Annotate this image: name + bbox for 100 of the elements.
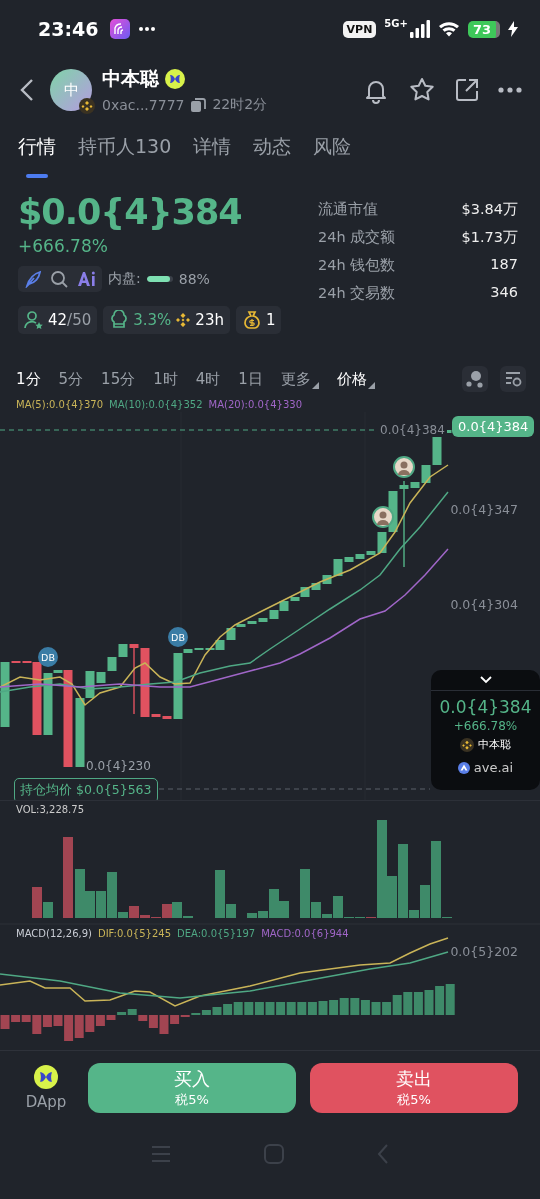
dropdown-icon — [311, 381, 319, 389]
interval-tab[interactable]: 15分 — [101, 369, 145, 389]
vpn-badge: VPN — [342, 20, 377, 38]
macd-bar — [403, 992, 413, 1015]
macd-bar — [371, 1002, 381, 1015]
holders-chip[interactable]: 42/50 — [18, 306, 98, 334]
share-icon[interactable] — [454, 77, 480, 103]
db-marker[interactable]: DB — [38, 647, 58, 667]
tab[interactable]: 动态 — [253, 126, 292, 178]
tab[interactable]: 详情 — [193, 126, 232, 178]
settings-icon — [503, 369, 523, 389]
macd-legend: DEA:0.0{5}197 — [177, 928, 256, 939]
card-change: +666.78% — [453, 719, 518, 733]
macd-bar — [74, 1015, 84, 1038]
signal-icon — [409, 20, 430, 38]
macd-bar — [445, 984, 455, 1015]
price-axis-label: 0.0{4}304 — [450, 597, 518, 612]
token-name: 中本聪 — [478, 737, 511, 752]
macd-legend: DIF:0.0{5}245 — [97, 928, 172, 939]
ma-legend: MA(5):0.0{4}370 — [16, 398, 104, 410]
interval-tab[interactable]: 1分 — [16, 369, 50, 389]
price-change: +666.78% — [18, 236, 109, 256]
contract-address: 0xac...7777 — [102, 97, 185, 113]
macd-bar — [276, 1002, 286, 1015]
feather-icon[interactable] — [24, 270, 42, 288]
interval-tab[interactable]: 1日 — [238, 369, 272, 389]
more-icon — [138, 26, 157, 32]
sell-button[interactable]: 卖出 税5% — [310, 1062, 518, 1113]
tab[interactable]: 行情 — [18, 126, 56, 178]
settings-button[interactable] — [500, 366, 526, 392]
macd-axis-label: 0.0{5}202 — [450, 944, 518, 959]
indicator-button[interactable] — [462, 366, 488, 392]
macd-bar — [265, 1002, 275, 1015]
chart-type-dropdown[interactable]: 价格 — [336, 369, 384, 389]
macd-bar — [233, 1002, 243, 1015]
stat-value: $3.84万 — [461, 200, 518, 219]
stat-value: 187 — [490, 256, 518, 274]
interval-tab[interactable]: 5分 — [58, 369, 93, 389]
battery-indicator: 73 — [467, 20, 500, 38]
wifi-icon — [437, 21, 460, 37]
db-marker[interactable]: DB — [168, 627, 188, 647]
token-price: $0.0{4}384 — [18, 192, 243, 232]
volume-label: VOL:3,228.75 — [16, 804, 84, 815]
tab[interactable]: 风险 — [313, 126, 352, 178]
back-icon[interactable] — [20, 78, 34, 102]
money-bag-icon — [241, 310, 262, 330]
macd-bar — [244, 1002, 254, 1015]
collapse-icon[interactable] — [479, 676, 492, 684]
bags-chip[interactable]: 1 — [235, 306, 282, 334]
last-price-label: 0.0{4}384 — [378, 423, 447, 437]
macd-bar — [307, 1002, 317, 1015]
avatar-icon[interactable] — [372, 506, 394, 528]
avatar-letter: 中 — [63, 80, 79, 100]
macd-bar — [424, 990, 434, 1015]
dev-share: 3.3% — [133, 311, 172, 329]
interval-tab[interactable]: 更多 — [280, 369, 328, 389]
macd-bar — [329, 1000, 339, 1015]
macd-legend: MACD(12,26,9) — [16, 928, 92, 939]
macd-legend: MACD:0.0{6}944 — [261, 928, 349, 939]
macd-bar — [350, 998, 360, 1015]
macd-bar — [360, 1000, 370, 1015]
ma-legend: MA(10):0.0{4}352 — [109, 398, 203, 410]
charging-icon — [508, 21, 518, 37]
interval-tab[interactable]: 1时 — [153, 369, 187, 389]
macd-bar — [286, 1002, 296, 1015]
stat-label: 24h 钱包数 — [318, 256, 396, 275]
macd-bar — [413, 992, 423, 1015]
token-name: 中本聪 — [102, 66, 159, 91]
dropdown-icon — [367, 381, 375, 389]
network-type: 5G+ — [384, 18, 408, 29]
avatar-icon[interactable] — [393, 456, 415, 478]
price-card[interactable]: 0.0{4}384 +666.78% 中本聪 ave.ai — [431, 670, 540, 790]
token-age: 22时2分 — [212, 96, 268, 114]
source-name: ave.ai — [473, 760, 514, 775]
tab[interactable]: 持币人130 — [78, 126, 172, 178]
holders-count: 42/50 — [48, 311, 92, 329]
interval-tab[interactable]: 4时 — [195, 369, 230, 389]
low-price-label: 0.0{4}230 — [86, 759, 151, 773]
ave-logo-icon — [457, 761, 470, 774]
macd-bar — [254, 1002, 264, 1015]
ai-icon[interactable] — [76, 270, 96, 288]
bnb-icon — [175, 312, 192, 328]
dapp-button[interactable]: DApp — [18, 1064, 74, 1111]
stat-label: 流通市值 — [318, 200, 378, 219]
macd-bar — [297, 1002, 307, 1015]
macd-bar — [223, 1004, 233, 1015]
butterfly-icon — [34, 1064, 58, 1089]
candle — [107, 657, 117, 671]
inner-pool-reading: 88% — [178, 271, 210, 287]
ma-legend: MA(20):0.0{4}330 — [208, 398, 302, 410]
average-cost-tag: 持仓均价 $0.0{5}563 — [14, 778, 158, 800]
chef-hat-icon — [109, 310, 130, 330]
inner-pool-label: 内盘: — [108, 270, 141, 288]
more-icon[interactable] — [498, 87, 522, 93]
copy-icon[interactable] — [190, 97, 207, 113]
search-icon[interactable] — [50, 270, 68, 288]
dev-chip[interactable]: 3.3% 23h — [103, 306, 230, 334]
bags-count: 1 — [265, 311, 276, 329]
card-price: 0.0{4}384 — [439, 697, 532, 717]
user-star-icon — [24, 310, 44, 330]
